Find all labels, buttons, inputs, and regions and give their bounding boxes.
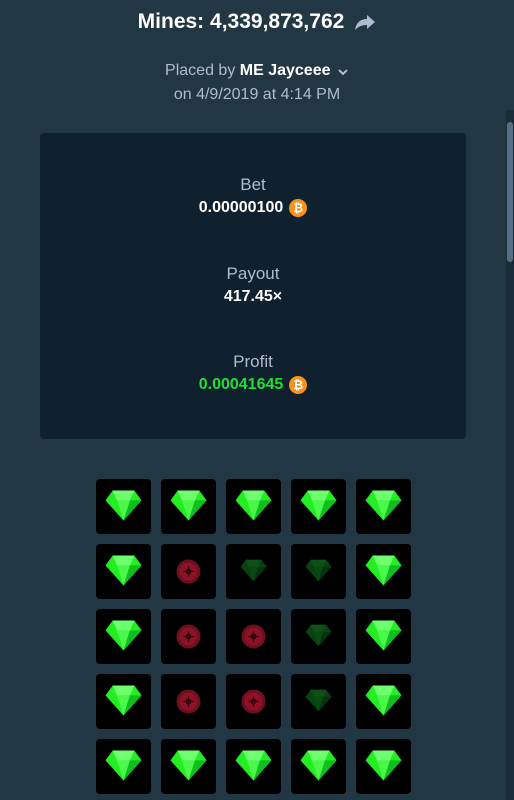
gem-icon <box>105 620 142 651</box>
mine-tile-unrevealed <box>161 609 216 664</box>
chevron-down-icon[interactable] <box>337 65 349 77</box>
payout-stat: Payout 417.45× <box>40 264 466 306</box>
gem-icon <box>305 689 332 712</box>
mine-tile-unrevealed <box>226 609 281 664</box>
gem-icon <box>170 750 207 781</box>
gem-icon <box>105 555 142 586</box>
gem-tile <box>96 479 151 534</box>
mine-icon <box>176 689 201 714</box>
mine-icon <box>176 559 201 584</box>
placed-by: Placed by ME Jayceee <box>0 62 514 80</box>
gem-icon <box>235 750 272 781</box>
gem-icon <box>365 620 402 651</box>
bet-stat: Bet 0.00000100 ₿ <box>40 175 466 217</box>
user-link[interactable]: ME Jayceee <box>240 62 331 79</box>
gem-tile-unrevealed <box>291 674 346 729</box>
bet-value: 0.00000100 <box>198 199 284 216</box>
gem-tile <box>356 479 411 534</box>
mine-icon <box>241 689 266 714</box>
profit-stat: Profit 0.00041645 ₿ <box>40 352 466 394</box>
gem-tile <box>291 739 346 794</box>
gem-tile <box>291 479 346 534</box>
profit-value-row: 0.00041645 ₿ <box>199 376 308 394</box>
bitcoin-icon: ₿ <box>289 199 308 217</box>
bet-value-row: 0.00000100 ₿ <box>199 199 308 217</box>
header: Mines: 4,339,873,762 Placed by ME Jaycee… <box>0 10 514 104</box>
mine-tile-unrevealed <box>226 674 281 729</box>
gem-tile <box>226 479 281 534</box>
gem-tile <box>161 479 216 534</box>
gem-tile <box>96 739 151 794</box>
gem-tile <box>96 674 151 729</box>
payout-label: Payout <box>226 264 280 283</box>
gem-tile <box>356 544 411 599</box>
gem-tile-unrevealed <box>291 609 346 664</box>
gem-tile <box>226 739 281 794</box>
profit-label: Profit <box>233 352 273 371</box>
gem-icon <box>105 490 142 521</box>
mine-icon <box>176 624 201 649</box>
bet-stats-panel: Bet 0.00000100 ₿ Payout 417.45× Profit 0… <box>40 133 466 439</box>
gem-icon <box>240 559 267 582</box>
gem-tile-unrevealed <box>226 544 281 599</box>
gem-tile-unrevealed <box>291 544 346 599</box>
scrollbar-thumb[interactable] <box>507 122 513 262</box>
gem-tile <box>96 544 151 599</box>
placed-by-label: Placed by <box>165 62 236 79</box>
share-icon[interactable] <box>354 13 376 31</box>
bet-title: Mines: 4,339,873,762 <box>138 10 377 34</box>
bet-date: on 4/9/2019 at 4:14 PM <box>173 86 341 103</box>
mine-icon <box>241 624 266 649</box>
payout-value-row: 417.45× <box>224 288 282 306</box>
bitcoin-icon: ₿ <box>289 376 308 394</box>
bet-label: Bet <box>240 175 266 194</box>
gem-icon <box>300 490 337 521</box>
gem-icon <box>365 490 402 521</box>
mine-tile-unrevealed <box>161 544 216 599</box>
mine-tile-unrevealed <box>161 674 216 729</box>
gem-tile <box>96 609 151 664</box>
gem-icon <box>170 490 207 521</box>
gem-icon <box>235 490 272 521</box>
gem-icon <box>365 685 402 716</box>
gem-icon <box>105 685 142 716</box>
gem-icon <box>300 750 337 781</box>
gem-tile <box>356 609 411 664</box>
payout-value: 417.45× <box>223 288 283 305</box>
bet-title-text: Mines: 4,339,873,762 <box>137 10 345 33</box>
gem-tile <box>356 674 411 729</box>
gem-icon <box>365 555 402 586</box>
profit-value: 0.00041645 <box>198 376 284 393</box>
gem-icon <box>305 624 332 647</box>
gem-icon <box>305 559 332 582</box>
gem-tile <box>161 739 216 794</box>
gem-icon <box>365 750 402 781</box>
gem-tile <box>356 739 411 794</box>
gem-icon <box>105 750 142 781</box>
